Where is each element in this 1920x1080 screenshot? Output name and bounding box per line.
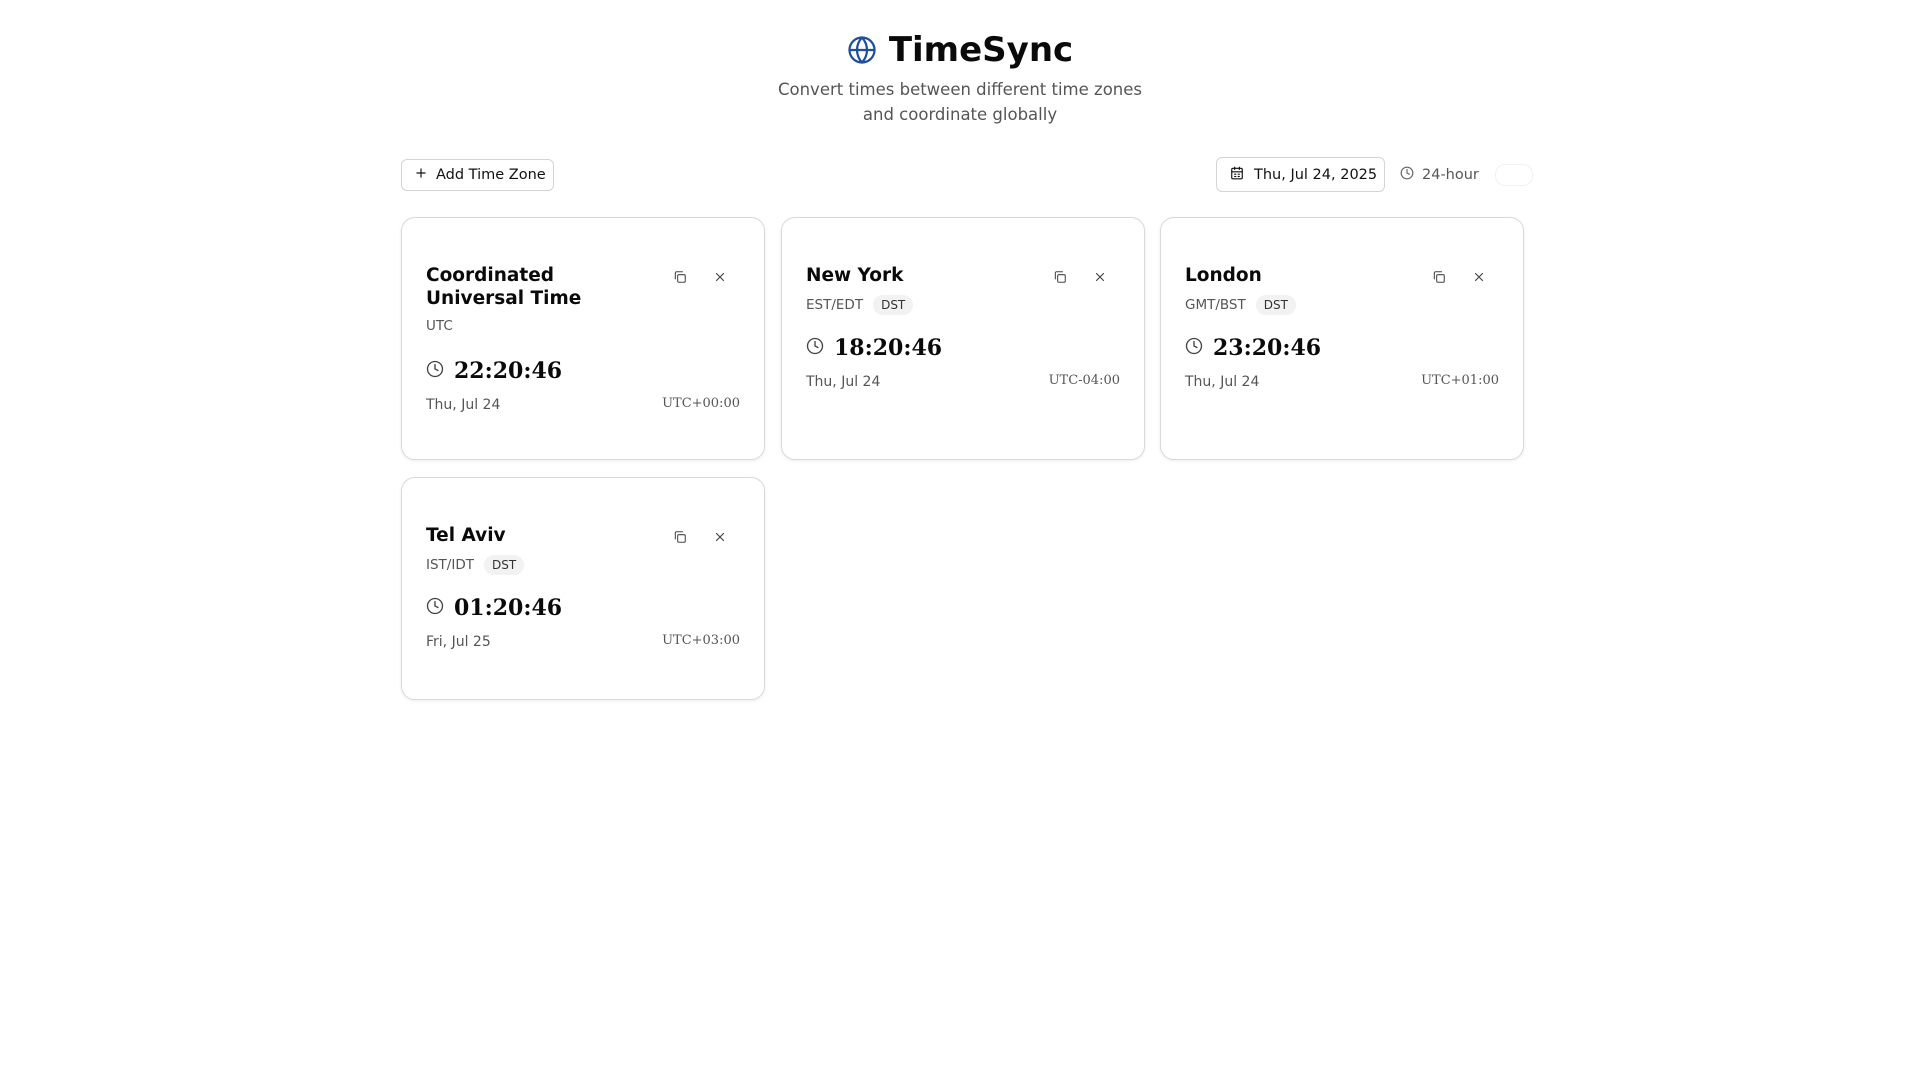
remove-button[interactable] [708,526,732,550]
duplicate-button[interactable] [668,526,692,550]
dst-badge: DST [1255,295,1296,315]
dst-badge: DST [483,555,525,575]
time-zone-abbr-row: IST/IDT DST [426,555,525,575]
time-row: 22:20:46 [426,358,562,384]
close-icon [713,269,727,288]
current-date: Thu, Jul 24 [806,374,881,390]
clock-icon [1185,337,1203,359]
time-zone-name: London [1185,265,1262,286]
remove-button[interactable] [708,266,732,290]
current-time: 01:20:46 [454,595,563,621]
copy-icon [673,529,687,548]
time-zone-card: Coordinated Universal Time UTC 22:20:46 … [401,217,765,460]
current-time: 23:20:46 [1213,335,1322,361]
date-picker-label: Thu, Jul 24, 2025 [1254,166,1378,183]
time-zone-abbr: UTC [426,318,453,334]
app-header: TimeSync [0,28,1920,72]
app-subtitle: Convert times between different time zon… [777,80,1142,124]
time-zone-name: New York [806,265,904,286]
time-zone-card: London GMT/BST DST 23:20:46 Thu, Jul 24 … [1160,217,1524,460]
clock-icon [426,360,444,382]
close-icon [1472,269,1486,288]
globe-icon [847,35,877,65]
time-zone-abbr: IST/IDT [426,557,474,573]
close-icon [713,529,727,548]
time-row: 01:20:46 [426,595,562,621]
clock-icon [426,597,444,619]
dst-badge: DST [873,295,914,315]
utc-offset: UTC+01:00 [1421,373,1499,388]
time-zone-abbr: GMT/BST [1185,297,1246,313]
time-zone-abbr-row: UTC [426,318,453,334]
duplicate-button[interactable] [668,266,692,290]
time-zone-abbr: EST/EDT [806,297,864,313]
date-picker-button[interactable]: Thu, Jul 24, 2025 [1216,157,1385,192]
current-time: 22:20:46 [454,358,563,384]
time-row: 23:20:46 [1185,335,1321,361]
time-format-label: 24-hour [1422,167,1479,183]
remove-button[interactable] [1088,266,1112,290]
current-time: 18:20:46 [834,335,943,361]
time-format-control: 24-hour [1400,162,1533,188]
utc-offset: UTC-04:00 [1048,373,1120,388]
close-icon [1093,269,1107,288]
copy-icon [1053,269,1067,288]
time-zone-abbr-row: EST/EDT DST [806,295,914,315]
clock-icon [806,337,824,359]
duplicate-button[interactable] [1427,266,1451,290]
app-title: TimeSync [888,30,1074,70]
plus-icon [414,166,428,184]
copy-icon [1432,269,1446,288]
time-zone-name: Tel Aviv [426,525,506,546]
time-zone-abbr-row: GMT/BST DST [1185,295,1296,315]
copy-icon [673,269,687,288]
add-time-zone-button[interactable]: Add Time Zone [401,159,554,191]
add-time-zone-label: Add Time Zone [436,167,546,183]
current-date: Fri, Jul 25 [426,634,491,650]
time-row: 18:20:46 [806,335,942,361]
time-zone-card: New York EST/EDT DST 18:20:46 Thu, Jul 2… [781,217,1145,460]
utc-offset: UTC+00:00 [662,396,740,411]
current-date: Thu, Jul 24 [426,397,501,413]
calendar-icon [1230,166,1244,184]
time-zone-card: Tel Aviv IST/IDT DST 01:20:46 Fri, Jul 2… [401,477,765,700]
clock-icon [1400,166,1414,184]
time-zone-name: Coordinated Universal Time [426,265,582,309]
time-format-toggle[interactable] [1494,164,1533,186]
remove-button[interactable] [1467,266,1491,290]
duplicate-button[interactable] [1048,266,1072,290]
utc-offset: UTC+03:00 [662,633,740,648]
current-date: Thu, Jul 24 [1185,374,1260,390]
